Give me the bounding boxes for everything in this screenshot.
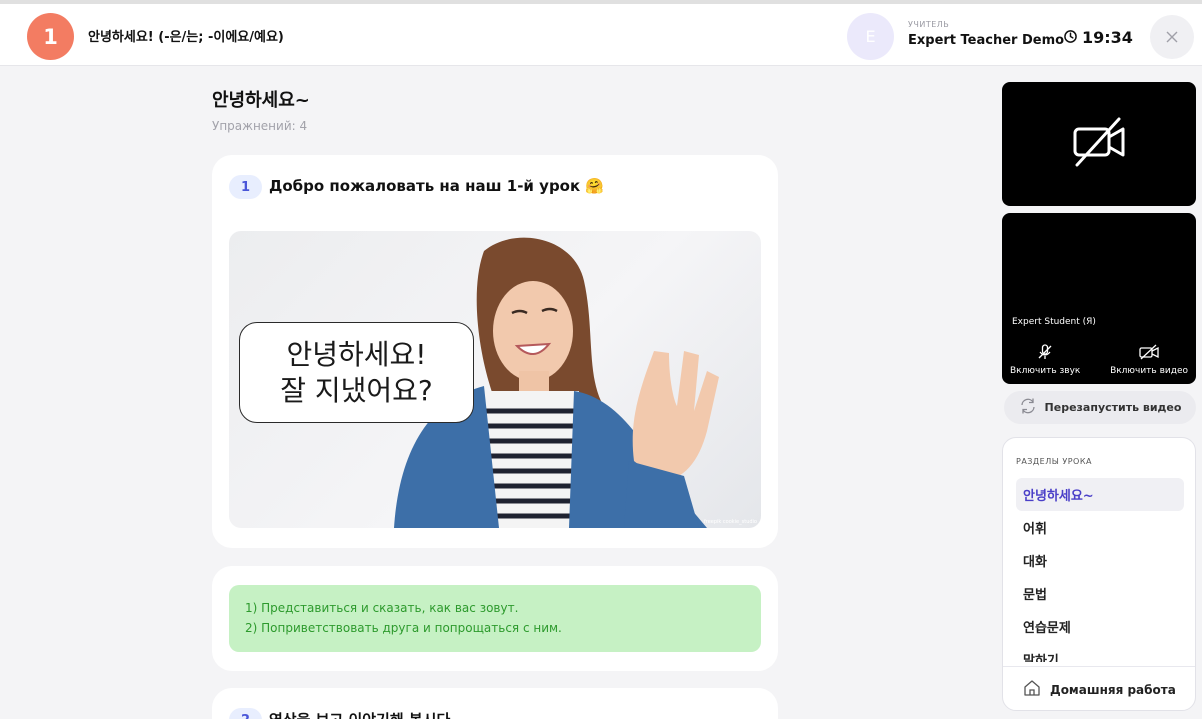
exercise-card-1: 1 Добро пожаловать на наш 1-й урок 🤗 안녕하… (212, 155, 778, 548)
goal-item-1: 1) Представиться и сказать, как вас зову… (245, 601, 519, 615)
section-item-exercises[interactable]: 연습문제 (1016, 610, 1184, 643)
teacher-avatar: E (847, 13, 894, 60)
section-list[interactable]: 안녕하세요~ 어휘 대화 문법 연습문제 말하기 (1016, 478, 1184, 662)
clock-icon (1064, 28, 1077, 47)
section-item-vocabulary[interactable]: 어휘 (1016, 511, 1184, 544)
lesson-timer: 19:34 (1064, 28, 1133, 47)
exercise-card-2: 2 영상을 보고 이야기해 봅시다 (212, 688, 778, 719)
restart-video-label: Перезапустить видео (1044, 401, 1182, 414)
page-title: 안녕하세요~ (212, 90, 310, 111)
section-item-greeting[interactable]: 안녕하세요~ (1016, 478, 1184, 511)
microphone-off-icon (1037, 344, 1053, 363)
top-bar: 1 안녕하세요! (-은/는; -이에요/예요) E УЧИТЕЛЬ Exper… (0, 0, 1202, 66)
enable-video-label: Включить видео (1110, 366, 1188, 376)
homework-label: Домашняя работа (1050, 682, 1176, 697)
student-video: Expert Student (Я) Включить звук Включит… (1002, 213, 1196, 384)
exercise-title: Добро пожаловать на наш 1-й урок 🤗 (269, 177, 605, 195)
refresh-icon (1019, 397, 1037, 418)
close-icon (1165, 25, 1179, 49)
exercise-number: 1 (229, 175, 262, 199)
camera-off-icon (1071, 115, 1127, 173)
speech-bubble-line-2: 잘 지냈어요? (280, 373, 433, 407)
exercise-count: Упражнений: 4 (212, 119, 308, 133)
teacher-name: Expert Teacher Demo (908, 33, 1065, 48)
photo-credit: freepik cookie_studio (704, 519, 757, 525)
homework-button[interactable]: Домашняя работа (1003, 666, 1195, 710)
enable-video-button[interactable]: Включить видео (1110, 344, 1188, 376)
close-button[interactable] (1150, 15, 1194, 59)
sections-title: РАЗДЕЛЫ УРОКА (1016, 457, 1092, 466)
goal-item-2: 2) Поприветствовать друга и попрощаться … (245, 621, 562, 635)
speech-bubble-line-1: 안녕하세요! (286, 337, 427, 371)
enable-audio-label: Включить звук (1010, 366, 1081, 376)
enable-audio-button[interactable]: Включить звук (1010, 344, 1080, 376)
exercise-number: 2 (229, 708, 262, 719)
lesson-goals-card: 1) Представиться и сказать, как вас зову… (212, 566, 778, 671)
speech-bubble: 안녕하세요! 잘 지냈어요? (239, 322, 474, 423)
lesson-goals: 1) Представиться и сказать, как вас зову… (229, 585, 761, 652)
teacher-video (1002, 82, 1196, 206)
camera-off-icon (1139, 344, 1159, 363)
lesson-sections-panel: РАЗДЕЛЫ УРОКА 안녕하세요~ 어휘 대화 문법 연습문제 말하기 Д… (1002, 437, 1196, 711)
home-icon (1023, 679, 1041, 700)
section-item-grammar[interactable]: 문법 (1016, 577, 1184, 610)
teacher-role: УЧИТЕЛЬ (908, 20, 950, 29)
lesson-title: 안녕하세요! (-은/는; -이에요/예요) (88, 30, 284, 45)
student-name: Expert Student (Я) (1012, 317, 1096, 327)
section-item-dialogue[interactable]: 대화 (1016, 544, 1184, 577)
exercise-title: 영상을 보고 이야기해 봅시다 (269, 709, 450, 719)
restart-video-button[interactable]: Перезапустить видео (1004, 391, 1196, 424)
lesson-number-badge: 1 (27, 13, 74, 60)
lesson-image: 안녕하세요! 잘 지냈어요? freepik cookie_studio (229, 231, 761, 528)
timer-value: 19:34 (1082, 28, 1133, 47)
section-item-speaking[interactable]: 말하기 (1016, 643, 1184, 662)
